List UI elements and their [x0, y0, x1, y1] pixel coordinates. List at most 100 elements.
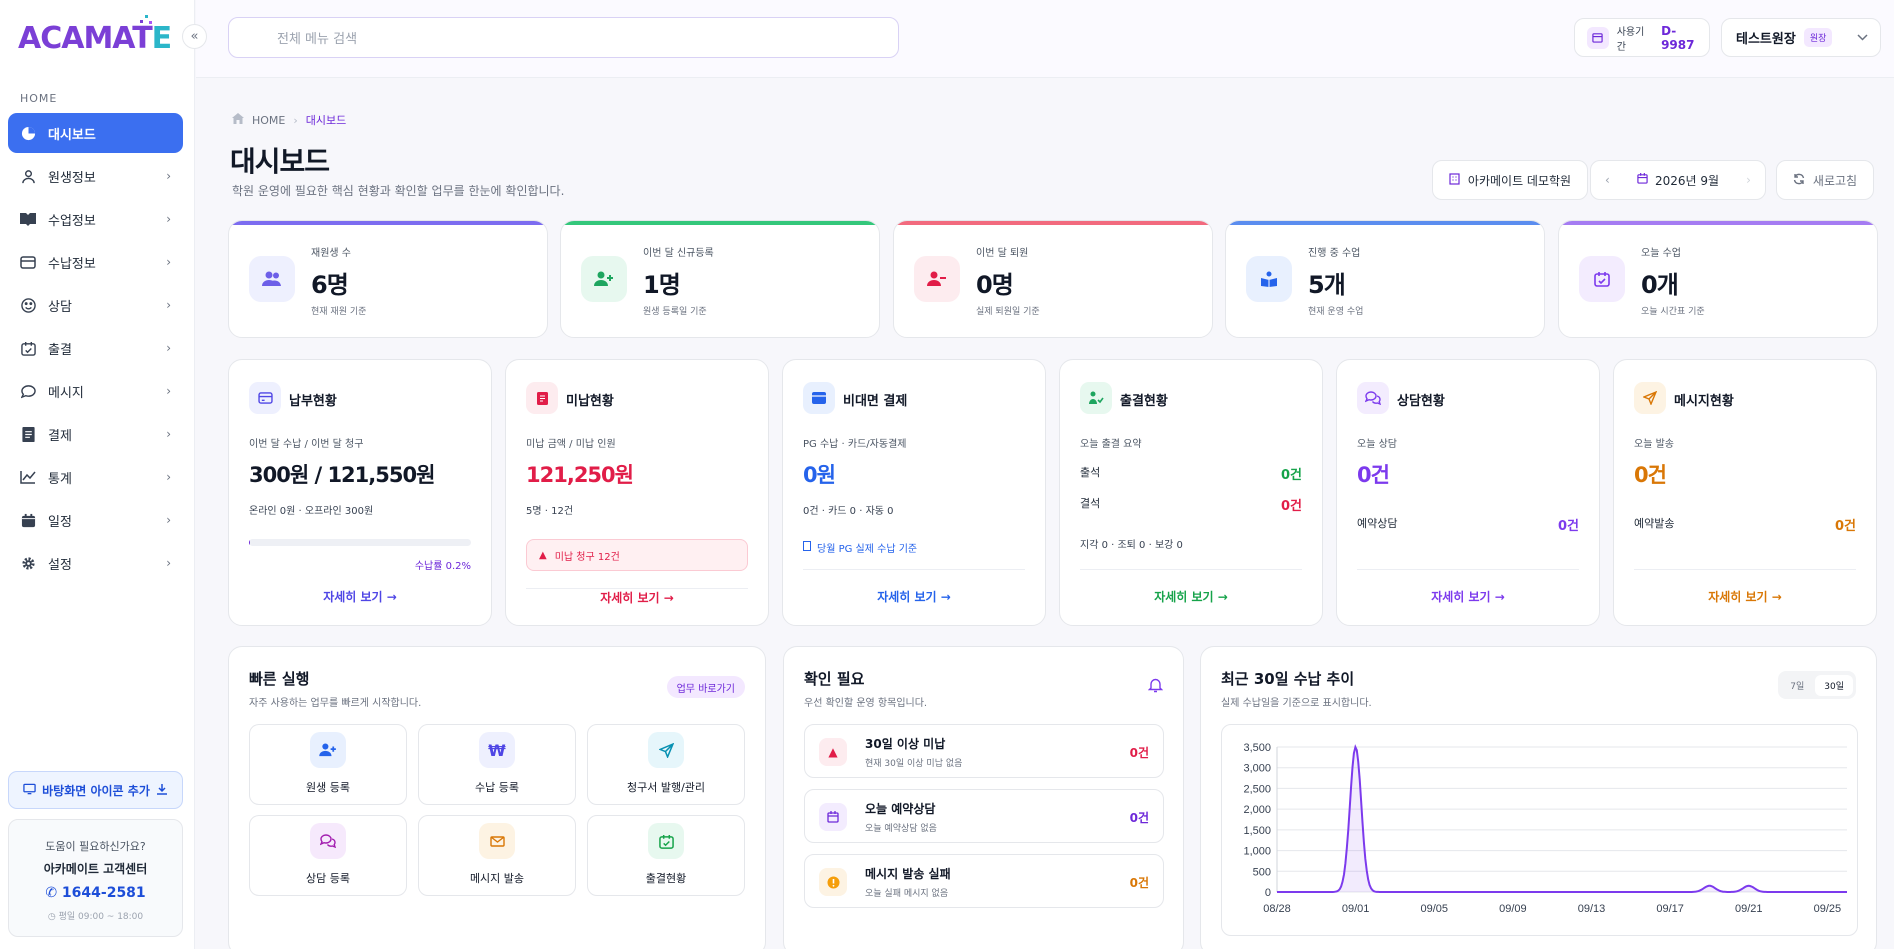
- reserved-consult-row: 예약상담 0건: [1357, 517, 1579, 534]
- unpaid-more-link[interactable]: 자세히 보기 →: [506, 589, 768, 606]
- pie-chart-icon: [20, 125, 36, 141]
- person-check-icon: [1080, 382, 1112, 414]
- chevron-right-icon[interactable]: ›: [1746, 173, 1751, 187]
- calendar-icon: [1587, 26, 1609, 49]
- refresh-button[interactable]: 새로고침: [1776, 160, 1874, 200]
- chevron-right-icon: ›: [166, 556, 171, 570]
- user-plus-icon: [581, 256, 627, 302]
- quick-payment-register[interactable]: ₩ 수납 등록: [418, 724, 576, 805]
- y-tick-label: 2,500: [1243, 783, 1271, 795]
- consult-status-card: 상담현황 오늘 상담 0건 예약상담 0건 자세히 보기 →: [1336, 359, 1600, 626]
- academy-select-button[interactable]: 아카메이트 데모학원: [1432, 160, 1588, 200]
- document-icon: [526, 382, 558, 414]
- kpi-card-enrolled[interactable]: 재원생 수 6명 현재 재원 기준: [228, 220, 548, 338]
- bell-icon[interactable]: [1147, 677, 1164, 697]
- home-icon: [232, 113, 244, 127]
- quick-badge[interactable]: 업무 바로가기: [666, 676, 745, 698]
- y-tick-label: 1,000: [1243, 846, 1271, 858]
- message-more-link[interactable]: 자세히 보기 →: [1614, 588, 1876, 605]
- clock-icon: ◷: [47, 912, 59, 922]
- help-phone[interactable]: ✆ 1644-2581: [9, 885, 182, 901]
- chart-frame: 0 500 1,000 1,500 2,000 2,500 3,000 3,500 08/28 0…: [1221, 724, 1858, 936]
- chevron-down-icon: [1857, 30, 1868, 45]
- calendar-check-icon: [20, 340, 36, 356]
- tab-30-days[interactable]: 30일: [1815, 674, 1853, 696]
- online-more-link[interactable]: 자세히 보기 →: [783, 588, 1045, 605]
- payment-more-link[interactable]: 자세히 보기 →: [229, 588, 491, 605]
- sidebar-item-label: 수납정보: [48, 256, 96, 272]
- consult-count: 0건: [1357, 463, 1390, 487]
- sidebar-item-payment[interactable]: 결제 ›: [8, 414, 183, 454]
- y-tick-label: 2,000: [1243, 804, 1271, 816]
- phone-icon: ✆: [45, 885, 62, 901]
- sidebar-item-stats[interactable]: 통계 ›: [8, 457, 183, 497]
- check-item-overdue[interactable]: ▲ 30일 이상 미납 현재 30일 이상 미납 없음 0건: [804, 724, 1164, 778]
- x-tick-label: 08/28: [1263, 903, 1291, 915]
- send-icon: [648, 732, 684, 768]
- attendance-status-card: 출결현황 오늘 출결 요약 출석 0건 결석 0건 지각 0 · 조퇴 0 · 보강…: [1059, 359, 1323, 626]
- collection-rate: 수납률 0.2%: [414, 561, 471, 572]
- quick-consult-register[interactable]: 상담 등록: [249, 815, 407, 896]
- unpaid-alert[interactable]: ▲ 미납 청구 12건: [526, 539, 748, 571]
- topbar: 전체 메뉴 검색 사용기간 D-9987 테스트원장 원장: [196, 0, 1894, 78]
- chevron-right-icon: ›: [166, 470, 171, 484]
- refresh-icon: [1793, 173, 1805, 188]
- calendar-check-icon: [648, 823, 684, 859]
- sidebar-item-schedule[interactable]: 일정 ›: [8, 500, 183, 540]
- sidebar-item-settings[interactable]: 설정 ›: [8, 543, 183, 583]
- unpaid-amount: 121,250원: [526, 463, 634, 487]
- chat-icon: [310, 823, 346, 859]
- smile-icon: [20, 297, 36, 313]
- collapse-sidebar-button[interactable]: «: [182, 24, 207, 49]
- sidebar-item-label: 출결: [48, 342, 72, 358]
- x-tick-label: 09/01: [1342, 903, 1370, 915]
- x-tick-label: 09/21: [1735, 903, 1763, 915]
- page-subtitle: 학원 운영에 필요한 핵심 현황과 확인할 업무를 한눈에 확인합니다.: [232, 184, 565, 198]
- gear-icon: [20, 555, 36, 571]
- attendance-more-link[interactable]: 자세히 보기 →: [1060, 588, 1322, 605]
- message-count: 0건: [1634, 463, 1667, 487]
- kpi-card-withdrawn[interactable]: 이번 달 퇴원 0명 실제 퇴원일 기준: [893, 220, 1213, 338]
- kpi-card-new[interactable]: 이번 달 신규등록 1명 원생 등록일 기준: [560, 220, 880, 338]
- sidebar-item-classes[interactable]: 수업정보 ›: [8, 199, 183, 239]
- sidebar-item-attendance[interactable]: 출결 ›: [8, 328, 183, 368]
- building-icon: [1449, 172, 1460, 188]
- kpi-card-active-classes[interactable]: 진행 중 수업 5개 현재 운영 수업: [1225, 220, 1545, 338]
- check-item-consult[interactable]: 오늘 예약상담 오늘 예약상담 없음 0건: [804, 789, 1164, 843]
- breadcrumb-home[interactable]: HOME: [252, 114, 285, 127]
- search-input[interactable]: 전체 메뉴 검색: [228, 17, 899, 58]
- payment-amount: 300원 / 121,550원: [249, 463, 435, 487]
- sidebar-item-billing[interactable]: 수납정보 ›: [8, 242, 183, 282]
- calendar-icon: [1637, 173, 1648, 187]
- wallet-icon: [803, 382, 835, 414]
- sidebar-nav: 대시보드 원생정보 › 수업정보 › 수납정보 › 상담 › 출결 › 메시지 › 결제 ›: [8, 113, 183, 586]
- calendar-check-icon: [1579, 256, 1625, 302]
- tab-7-days[interactable]: 7일: [1781, 675, 1813, 696]
- check-item-message-fail[interactable]: 메시지 발송 실패 오늘 실패 메시지 없음 0건: [804, 854, 1164, 908]
- chevron-right-icon: ›: [166, 169, 171, 183]
- quick-invoice[interactable]: 청구서 발행/관리: [587, 724, 745, 805]
- chevron-left-icon[interactable]: ‹: [1605, 173, 1610, 187]
- add-desktop-icon-button[interactable]: 바탕화면 아이콘 추가: [8, 771, 183, 809]
- sidebar-item-label: 결제: [48, 428, 72, 444]
- calendar-icon: [20, 512, 36, 528]
- y-tick-label: 3,500: [1243, 742, 1271, 754]
- user-menu[interactable]: 테스트원장 원장: [1721, 18, 1881, 57]
- consult-more-link[interactable]: 자세히 보기 →: [1337, 588, 1599, 605]
- sidebar-item-message[interactable]: 메시지 ›: [8, 371, 183, 411]
- chat-icon: [20, 383, 36, 399]
- kpi-card-today-classes[interactable]: 오늘 수업 0개 오늘 시간표 기준: [1558, 220, 1878, 338]
- sidebar-item-dashboard[interactable]: 대시보드: [8, 113, 183, 153]
- month-picker[interactable]: ‹ 2026년 9월 ›: [1590, 160, 1766, 200]
- quick-attendance[interactable]: 출결현황: [587, 815, 745, 896]
- logo[interactable]: ACAMATE: [18, 15, 172, 60]
- sidebar-item-students[interactable]: 원생정보 ›: [8, 156, 183, 196]
- credit-card-icon: [20, 254, 36, 270]
- sidebar-item-counsel[interactable]: 상담 ›: [8, 285, 183, 325]
- warning-icon: ▲: [539, 549, 547, 561]
- sidebar-item-label: 수업정보: [48, 213, 96, 229]
- quick-student-register[interactable]: 원생 등록: [249, 724, 407, 805]
- quick-send-message[interactable]: 메시지 발송: [418, 815, 576, 896]
- users-icon: [249, 256, 295, 302]
- help-box: 도움이 필요하신가요? 아카메이트 고객센터 ✆ 1644-2581 ◷ 평일 …: [8, 819, 183, 937]
